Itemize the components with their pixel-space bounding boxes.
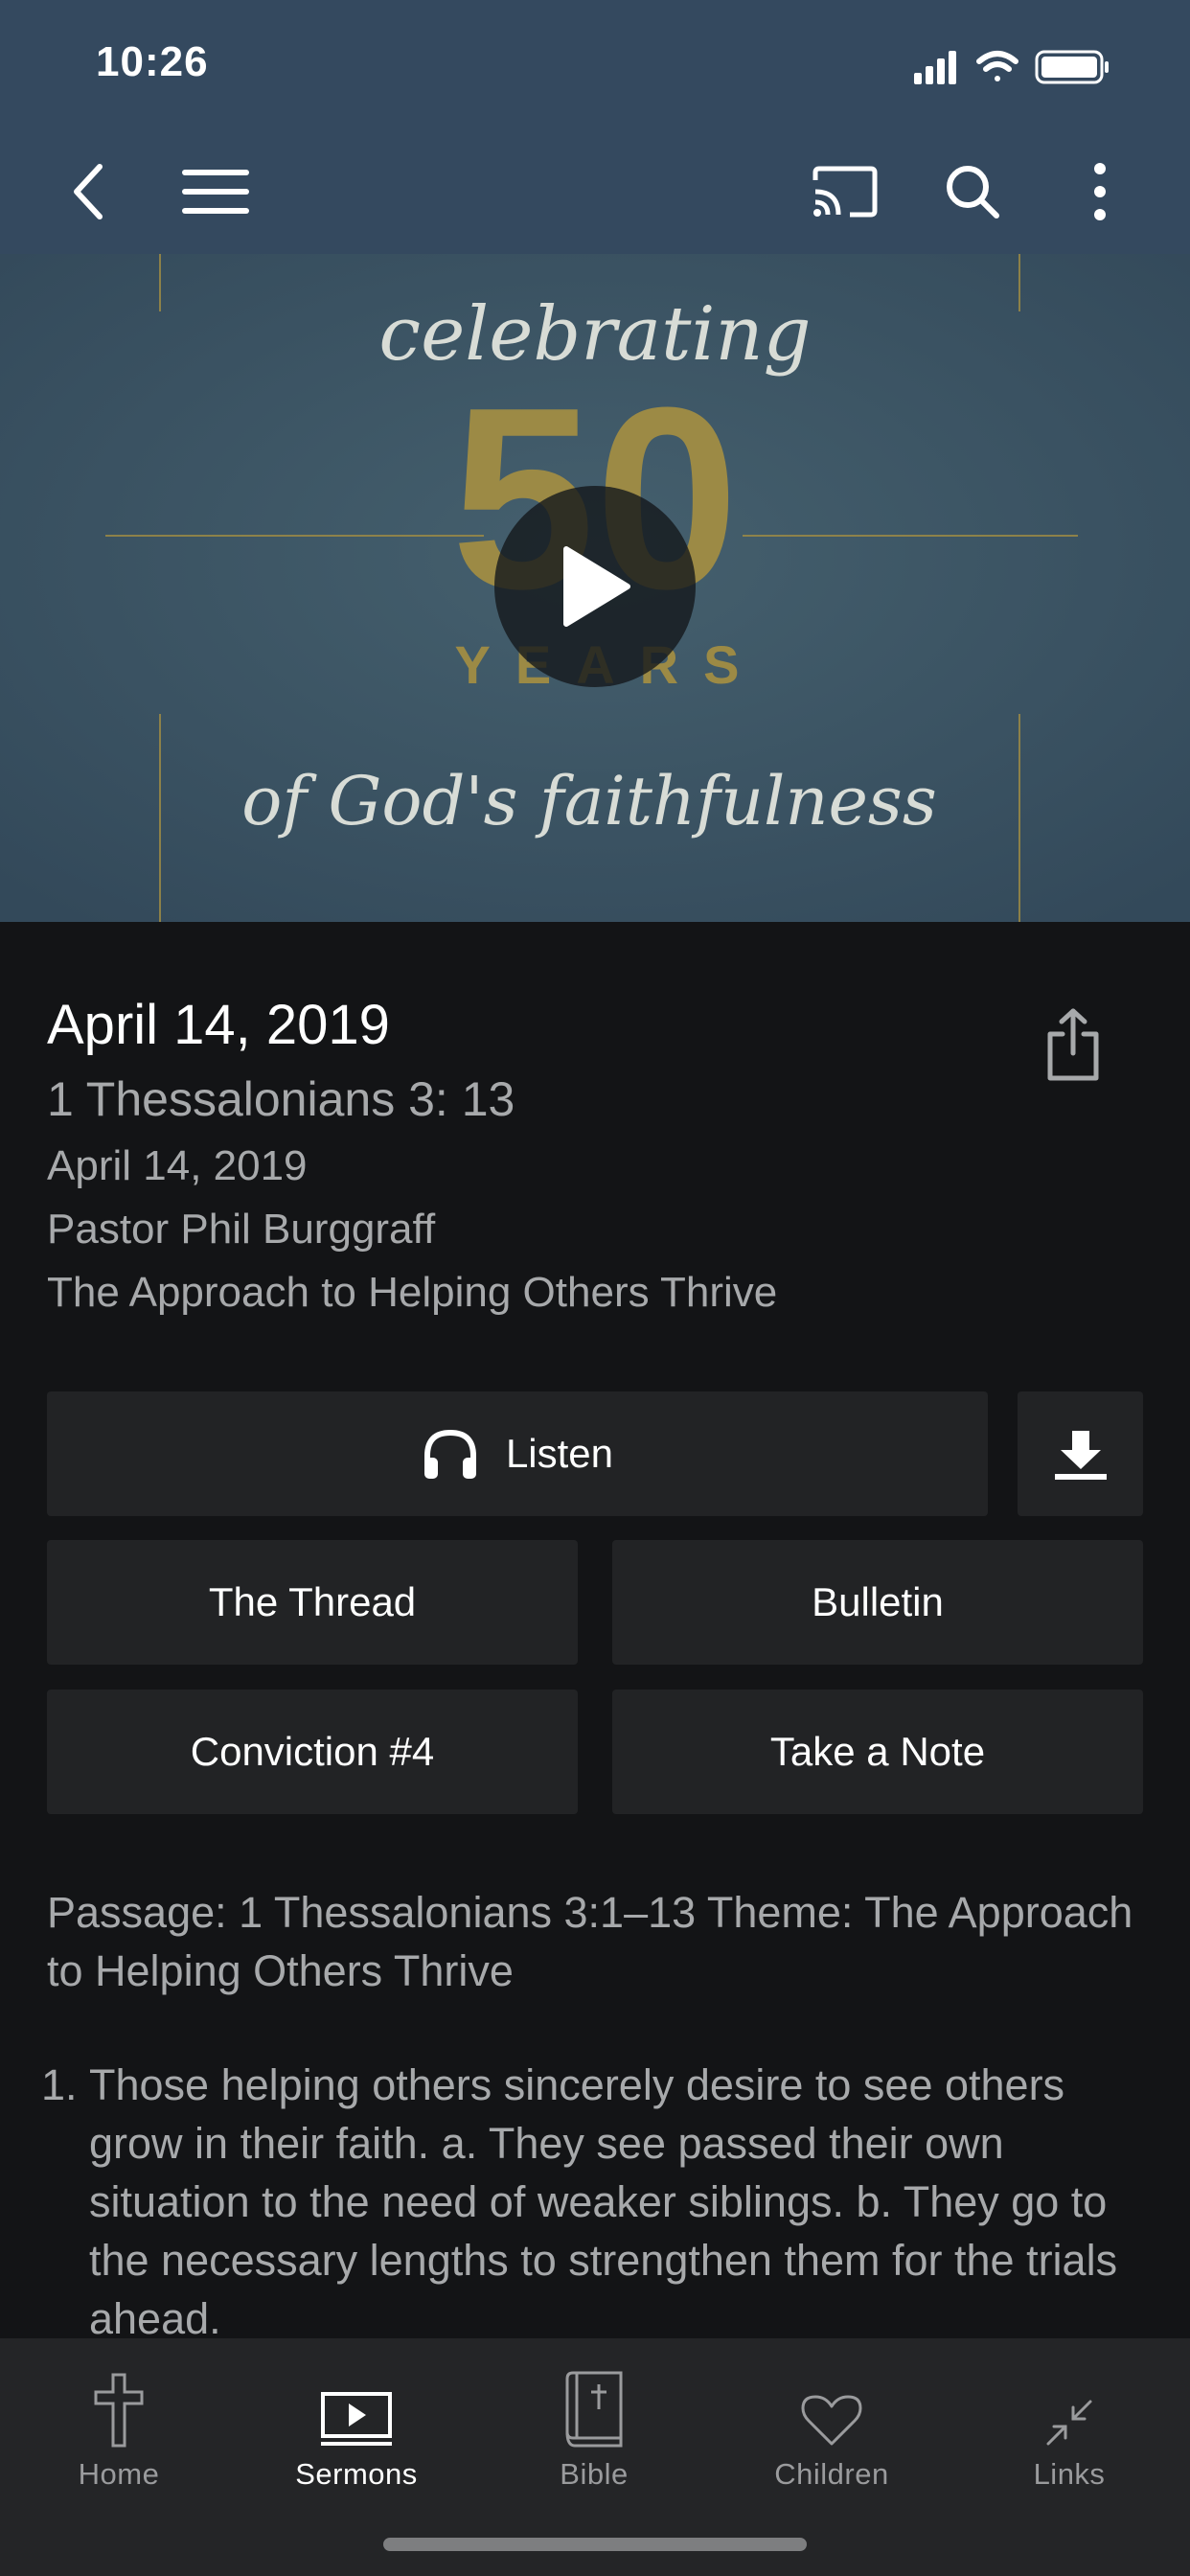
description-points: Those helping others sincerely desire to… [47, 2056, 1149, 2348]
top-bar: 10:26 [0, 0, 1190, 254]
signal-icon [914, 51, 956, 84]
cross-icon [94, 2356, 144, 2448]
hamburger-icon [182, 170, 249, 214]
cast-button[interactable] [797, 144, 893, 240]
take-a-note-button[interactable]: Take a Note [612, 1690, 1143, 1814]
search-icon [947, 166, 999, 218]
download-button[interactable] [1018, 1392, 1143, 1516]
the-thread-button[interactable]: The Thread [47, 1540, 578, 1665]
share-button[interactable] [1035, 1001, 1111, 1088]
tab-links-label: Links [1033, 2457, 1106, 2491]
headphones-icon [422, 1427, 479, 1481]
bible-icon [563, 2356, 625, 2448]
sermon-passage: 1 Thessalonians 3: 13 [47, 1072, 515, 1126]
status-time: 10:26 [96, 38, 209, 85]
listen-label: Listen [505, 1431, 614, 1476]
tab-links[interactable]: Links [950, 2338, 1188, 2501]
back-button[interactable] [40, 144, 136, 240]
more-vertical-icon [1094, 163, 1106, 220]
tab-sermons-label: Sermons [295, 2457, 418, 2491]
tab-home[interactable]: Home [0, 2338, 238, 2501]
the-thread-label: The Thread [208, 1579, 417, 1624]
play-button[interactable] [494, 486, 696, 687]
more-button[interactable] [1052, 144, 1148, 240]
sermon-description: Passage: 1 Thessalonians 3:1–13 Theme: T… [47, 1883, 1149, 2348]
description-intro: Passage: 1 Thessalonians 3:1–13 Theme: T… [47, 1888, 1133, 1995]
sermon-date: April 14, 2019 [47, 1142, 308, 1189]
status-icons [914, 48, 1144, 86]
home-indicator [383, 2538, 807, 2551]
share-icon [1047, 1008, 1099, 1081]
tab-bible-label: Bible [560, 2457, 629, 2491]
sermon-series: The Approach to Helping Others Thrive [47, 1269, 778, 1316]
tab-children[interactable]: Children [713, 2338, 950, 2501]
sermon-speaker: Pastor Phil Burggraff [47, 1206, 436, 1253]
nav-bar [0, 144, 1190, 240]
cast-icon [812, 166, 878, 218]
download-icon [1054, 1431, 1107, 1480]
listen-button[interactable]: Listen [47, 1392, 988, 1516]
bulletin-button[interactable]: Bulletin [612, 1540, 1143, 1665]
tab-bible[interactable]: Bible [475, 2338, 713, 2501]
heart-icon [801, 2356, 862, 2448]
conviction-label: Conviction #4 [190, 1729, 435, 1774]
conviction-button[interactable]: Conviction #4 [47, 1690, 578, 1814]
description-point: Those helping others sincerely desire to… [89, 2056, 1149, 2348]
arrows-in-icon [1044, 2356, 1094, 2448]
video-play-icon [319, 2356, 394, 2448]
take-a-note-label: Take a Note [769, 1729, 986, 1774]
battery-icon [1035, 50, 1109, 84]
sermon-title: April 14, 2019 [47, 994, 390, 1056]
bulletin-label: Bulletin [812, 1579, 944, 1624]
play-icon [563, 546, 630, 627]
sermon-info: April 14, 2019 1 Thessalonians 3: 13 Apr… [47, 987, 1005, 1324]
art-faithfulness: of God's faithfulness [241, 762, 937, 840]
wifi-icon [976, 51, 1018, 81]
tab-sermons[interactable]: Sermons [238, 2338, 475, 2501]
tab-home-label: Home [78, 2457, 160, 2491]
search-button[interactable] [925, 144, 1020, 240]
menu-button[interactable] [168, 144, 263, 240]
tab-children-label: Children [774, 2457, 889, 2491]
sermon-video[interactable]: celebrating 50 YEARS of God's faithfulne… [0, 254, 1190, 922]
chevron-left-icon [74, 164, 103, 219]
